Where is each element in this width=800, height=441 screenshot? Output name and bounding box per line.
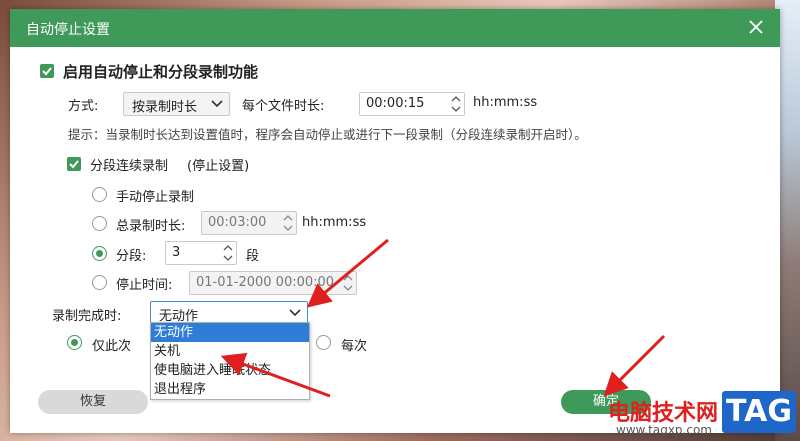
- enable-checkbox[interactable]: [40, 64, 54, 78]
- total-label: 总录制时长:: [116, 219, 186, 234]
- segments-value: 3: [172, 245, 181, 260]
- manual-label: 手动停止录制: [116, 190, 195, 205]
- segments-label: 分段:: [116, 249, 147, 264]
- watermark: 电脑技术网 www.tagxp.com TAG: [596, 383, 800, 441]
- spin-arrows-icon[interactable]: [342, 272, 354, 294]
- per-file-label: 每个文件时长:: [242, 99, 325, 114]
- on-complete-dropdown-list: 无动作 关机 使电脑进入睡眠状态 退出程序: [150, 322, 310, 400]
- every-label: 每次: [341, 339, 368, 354]
- enable-label: 启用自动停止和分段录制功能: [63, 63, 259, 81]
- radio-total-duration[interactable]: [92, 216, 107, 231]
- stop-time-value: 01-01-2000 00:00:00: [196, 275, 335, 290]
- title-bar: 自动停止设置: [10, 9, 780, 47]
- radio-once[interactable]: [67, 335, 82, 350]
- spin-arrows-icon[interactable]: [282, 212, 294, 234]
- watermark-tag: TAG: [722, 391, 796, 433]
- auto-stop-dialog: 自动停止设置 启用自动停止和分段录制功能 方式: 按录制时长 每个文件时长: 0…: [10, 9, 780, 433]
- total-duration-input[interactable]: 00:03:00: [201, 211, 297, 235]
- dialog-title: 自动停止设置: [26, 22, 110, 38]
- watermark-url: www.tagxp.com: [616, 423, 712, 437]
- segments-input[interactable]: 3: [165, 241, 237, 265]
- radio-segments[interactable]: [92, 246, 107, 261]
- radio-manual[interactable]: [92, 187, 107, 202]
- spin-arrows-icon[interactable]: [450, 93, 462, 115]
- mode-select[interactable]: 按录制时长: [123, 92, 230, 116]
- per-file-value: 00:00:15: [366, 96, 425, 111]
- per-file-duration-input[interactable]: 00:00:15: [359, 92, 465, 116]
- dropdown-option[interactable]: 退出程序: [151, 380, 309, 399]
- once-label: 仅此次: [92, 339, 132, 354]
- stop-settings-label: (停止设置): [187, 159, 250, 174]
- restore-button[interactable]: 恢复: [38, 390, 148, 414]
- segments-unit: 段: [246, 249, 260, 264]
- spin-arrows-icon[interactable]: [222, 242, 234, 264]
- segment-checkbox[interactable]: [67, 157, 81, 171]
- segment-label: 分段连续录制: [90, 159, 169, 174]
- radio-every[interactable]: [316, 335, 331, 350]
- close-icon[interactable]: [744, 15, 768, 39]
- mode-value: 按录制时长: [132, 100, 198, 115]
- chevron-down-icon: [289, 307, 301, 322]
- dropdown-option[interactable]: 无动作: [151, 323, 309, 342]
- total-value: 00:03:00: [208, 215, 267, 230]
- dropdown-option[interactable]: 使电脑进入睡眠状态: [151, 361, 309, 380]
- per-file-unit: hh:mm:ss: [473, 95, 538, 110]
- dropdown-option[interactable]: 关机: [151, 342, 309, 361]
- radio-stop-time[interactable]: [92, 275, 107, 290]
- mode-label: 方式:: [68, 99, 99, 114]
- hint-text: 提示：当录制时长达到设置值时，程序会自动停止或进行下一段录制（分段连续录制开启时…: [68, 127, 587, 142]
- stop-time-input[interactable]: 01-01-2000 00:00:00: [189, 271, 357, 295]
- stop-time-label: 停止时间:: [116, 278, 173, 293]
- on-complete-label: 录制完成时:: [52, 309, 122, 324]
- total-unit: hh:mm:ss: [302, 215, 367, 230]
- chevron-down-icon: [211, 98, 223, 113]
